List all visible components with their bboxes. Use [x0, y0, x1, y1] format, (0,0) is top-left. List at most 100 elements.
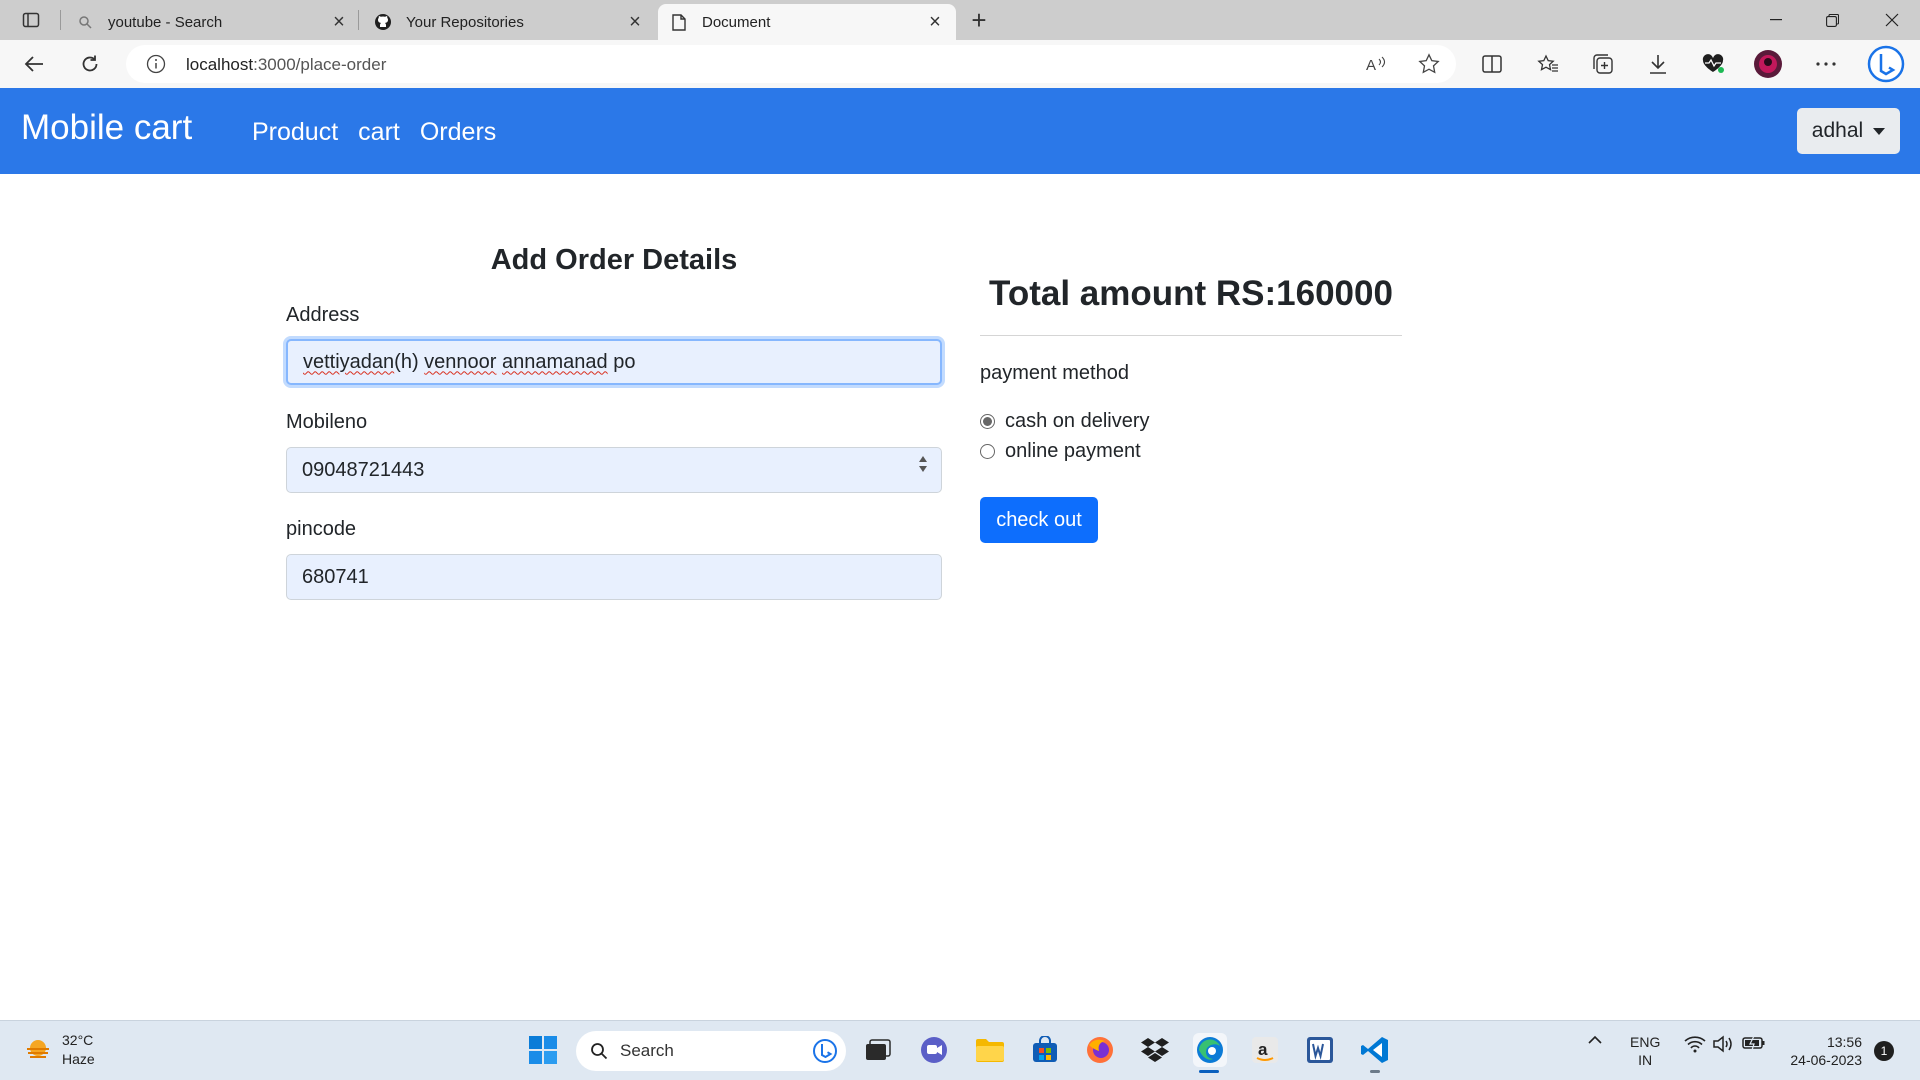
favorites-icon[interactable] [1530, 48, 1566, 80]
vscode-icon[interactable] [1358, 1033, 1392, 1073]
spinner-down-icon[interactable] [919, 466, 927, 472]
weather-widget[interactable]: 32°C Haze [24, 1031, 95, 1069]
weather-condition: Haze [62, 1051, 95, 1067]
clock-date: 24-06-2023 [1790, 1052, 1862, 1068]
minimize-button[interactable] [1748, 0, 1804, 40]
address-label: Address [286, 304, 360, 326]
svg-text:A: A [1366, 57, 1376, 73]
nav-link-cart[interactable]: cart [358, 118, 400, 147]
volume-icon[interactable] [1712, 1035, 1734, 1053]
address-word: (h) [394, 350, 425, 373]
app-navbar: Mobile cart Product cart Orders adhal [0, 88, 1920, 174]
number-spinner[interactable] [919, 456, 927, 472]
back-button[interactable] [16, 48, 52, 80]
favorite-star-icon[interactable] [1416, 52, 1442, 76]
user-name: adhal [1811, 119, 1864, 142]
restore-button[interactable] [1804, 0, 1860, 40]
address-input[interactable]: vettiyadan(h) vennoor annamanad po [286, 339, 942, 385]
teams-chat-icon[interactable] [917, 1033, 951, 1067]
tab-actions-icon[interactable] [14, 8, 48, 32]
language-indicator[interactable]: ENG IN [1630, 1033, 1660, 1069]
tab-youtube-search[interactable]: youtube - Search × [64, 4, 360, 40]
system-clock[interactable]: 13:56 24-06-2023 [1782, 1033, 1862, 1069]
clock-time: 13:56 [1826, 1034, 1862, 1050]
checkout-button[interactable]: check out [980, 497, 1098, 543]
amazon-icon[interactable]: a [1248, 1033, 1282, 1067]
payment-option-online[interactable]: online payment [980, 440, 1141, 463]
mobile-label: Mobileno [286, 411, 368, 433]
brand-logo[interactable]: Mobile cart [21, 108, 192, 148]
bing-icon [812, 1038, 838, 1069]
tab-your-repositories[interactable]: Your Repositories × [362, 4, 656, 40]
bing-copilot-icon[interactable] [1866, 44, 1906, 84]
radio-cod[interactable] [980, 414, 995, 429]
tab-document[interactable]: Document × [658, 4, 956, 40]
search-icon [591, 1043, 608, 1060]
radio-label[interactable]: cash on delivery [1005, 410, 1150, 433]
extension-icon[interactable] [1695, 48, 1731, 80]
address-bar[interactable]: localhost:3000/place-order A [126, 45, 1456, 83]
windows-start-icon[interactable] [526, 1033, 560, 1067]
radio-online[interactable] [980, 444, 995, 459]
document-icon [670, 13, 688, 31]
word-icon[interactable] [1303, 1033, 1337, 1067]
taskbar-search-label: Search [620, 1041, 674, 1060]
nav-links: Product cart Orders [252, 118, 496, 147]
address-word: annamanad [502, 350, 608, 373]
region-code: IN [1638, 1052, 1653, 1068]
refresh-button[interactable] [72, 48, 108, 80]
read-aloud-icon[interactable]: A [1364, 52, 1390, 76]
firefox-icon[interactable] [1083, 1033, 1117, 1067]
file-explorer-icon[interactable] [973, 1033, 1007, 1067]
tab-title: Your Repositories [406, 13, 524, 31]
github-icon [374, 13, 392, 31]
address-word: vennoor [424, 350, 497, 373]
radio-label[interactable]: online payment [1005, 440, 1141, 463]
weather-temp: 32°C [62, 1032, 94, 1048]
split-screen-icon[interactable] [1474, 48, 1510, 80]
taskbar-search[interactable]: Search [576, 1031, 846, 1071]
language-code: ENG [1630, 1034, 1661, 1050]
profile-avatar[interactable] [1750, 48, 1786, 80]
url-text: localhost:3000/place-order [186, 55, 386, 75]
notification-badge[interactable]: 1 [1874, 1041, 1894, 1061]
tab-separator [358, 10, 359, 30]
pincode-input[interactable]: 680741 [286, 554, 942, 600]
new-tab-button[interactable]: + [964, 5, 994, 35]
caret-down-icon [1873, 127, 1886, 135]
battery-icon[interactable] [1742, 1035, 1766, 1051]
pincode-label: pincode [286, 518, 357, 540]
info-icon[interactable] [146, 54, 166, 74]
collections-icon[interactable] [1585, 48, 1621, 80]
close-icon[interactable]: × [626, 11, 644, 33]
url-path: :3000/place-order [253, 55, 387, 74]
close-icon[interactable]: × [926, 11, 944, 33]
microsoft-store-icon[interactable] [1028, 1033, 1062, 1067]
dropbox-icon[interactable] [1138, 1033, 1172, 1067]
nav-link-orders[interactable]: Orders [420, 118, 496, 147]
total-amount: Total amount RS:160000 [989, 274, 1393, 313]
user-dropdown-button[interactable]: adhal [1797, 108, 1900, 154]
more-options-icon[interactable] [1808, 48, 1844, 80]
search-icon [76, 13, 94, 31]
running-indicator [1370, 1070, 1380, 1073]
url-host: localhost [186, 55, 254, 74]
show-hidden-icons-chevron[interactable] [1588, 1035, 1602, 1045]
svg-text:a: a [1258, 1040, 1268, 1059]
payment-method-label: payment method [980, 362, 1129, 384]
mobile-input[interactable]: 09048721443 [286, 447, 942, 493]
task-view-icon[interactable] [861, 1033, 895, 1067]
os-taskbar: 32°C Haze Search a ENG IN 13:56 24-06-20… [0, 1020, 1920, 1080]
address-word: vettiyadan [303, 350, 395, 373]
address-value: vettiyadan(h) vennoor annamanad po [303, 351, 635, 374]
edge-browser-icon[interactable] [1193, 1033, 1227, 1073]
close-window-button[interactable] [1864, 0, 1920, 40]
divider [980, 335, 1402, 336]
mobile-value: 09048721443 [302, 458, 425, 481]
downloads-icon[interactable] [1640, 48, 1676, 80]
wifi-icon[interactable] [1684, 1035, 1706, 1053]
payment-option-cod[interactable]: cash on delivery [980, 410, 1150, 433]
nav-link-product[interactable]: Product [252, 118, 338, 147]
close-icon[interactable]: × [330, 11, 348, 33]
spinner-up-icon[interactable] [919, 456, 927, 462]
